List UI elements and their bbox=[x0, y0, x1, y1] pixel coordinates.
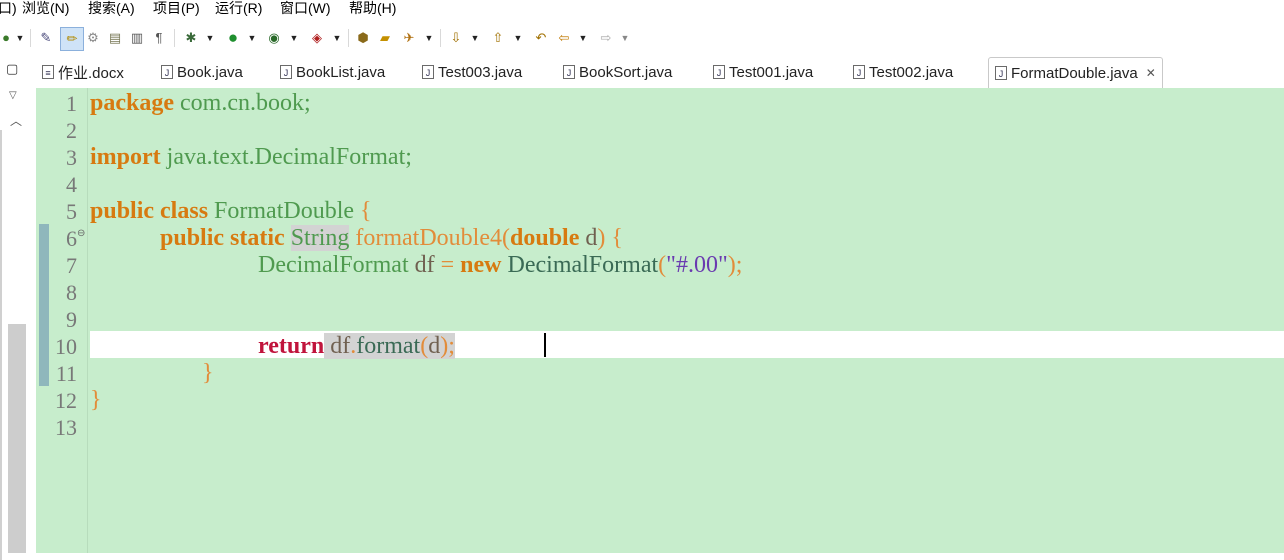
line-number: 4 bbox=[66, 172, 77, 197]
external-tools-dropdown-icon[interactable]: ▼ bbox=[332, 29, 342, 47]
editor-tab-bar: ≡ 作业.docx J Book.java J BookList.java J … bbox=[36, 57, 1284, 89]
coverage-icon[interactable]: ◉ bbox=[265, 29, 283, 47]
toolbar: ● ▼ ✎ ✏ ⚙ ▤ ▥ ¶ ✱ ▼ ● ▼ ◉ ▼ ◈ ▼ ⬢ ▰ ✈ ▼ … bbox=[0, 19, 1284, 57]
menu-project[interactable]: 项目(P) bbox=[153, 0, 200, 19]
line-number: 6 bbox=[66, 226, 77, 251]
java-file-icon: J bbox=[853, 65, 865, 79]
coverage-dropdown-icon[interactable]: ▼ bbox=[289, 29, 299, 47]
tab-label: BookSort.java bbox=[579, 63, 673, 81]
menu-help[interactable]: 帮助(H) bbox=[349, 0, 396, 19]
java-file-icon: J bbox=[422, 65, 434, 79]
forward-dropdown-icon[interactable]: ▼ bbox=[620, 29, 630, 47]
java-file-icon: J bbox=[161, 65, 173, 79]
mark-occurrences-icon[interactable]: ✏ bbox=[60, 27, 84, 51]
code-editor[interactable]: ⊖ 1 2 3 4 5 6 7 8 9 10 11 12 13 package … bbox=[36, 88, 1284, 553]
line-number: 1 bbox=[66, 91, 77, 116]
line-number: 11 bbox=[55, 361, 77, 386]
debug-dropdown-icon[interactable]: ▼ bbox=[205, 29, 215, 47]
tab-test002-java[interactable]: J Test002.java bbox=[853, 57, 953, 87]
side-scrollbar[interactable] bbox=[8, 177, 26, 553]
menu-bar: 口) 浏览(N) 搜索(A) 项目(P) 运行(R) 窗口(W) 帮助(H) bbox=[0, 0, 1284, 19]
run-dropdown-icon[interactable]: ▼ bbox=[247, 29, 257, 47]
line-number: 8 bbox=[66, 280, 77, 305]
last-edit-icon[interactable]: ↶ bbox=[532, 29, 550, 47]
toggle-breadcrumb-icon[interactable]: ▥ bbox=[130, 29, 144, 47]
code-line-1: package com.cn.book; bbox=[90, 90, 311, 116]
line-number: 7 bbox=[66, 253, 77, 278]
tab-test003-java[interactable]: J Test003.java bbox=[422, 57, 522, 87]
line-number: 5 bbox=[66, 199, 77, 224]
menu-run[interactable]: 运行(R) bbox=[215, 0, 262, 19]
tab-book-java[interactable]: J Book.java bbox=[161, 57, 243, 87]
tab-作业-docx[interactable]: ≡ 作业.docx bbox=[42, 57, 124, 87]
text-caret bbox=[544, 333, 546, 357]
new-icon[interactable]: ● bbox=[0, 29, 12, 47]
java-file-icon: J bbox=[563, 65, 575, 79]
chevron-down-icon[interactable]: ▼ bbox=[15, 29, 25, 47]
line-number: 12 bbox=[55, 388, 77, 413]
annotation-ruler bbox=[36, 88, 50, 553]
java-file-icon: J bbox=[995, 66, 1007, 80]
prev-annotation-dropdown-icon[interactable]: ▼ bbox=[513, 29, 523, 47]
tab-booksort-java[interactable]: J BookSort.java bbox=[563, 57, 672, 87]
task-dropdown-icon[interactable]: ▼ bbox=[424, 29, 434, 47]
line-number: 2 bbox=[66, 118, 77, 143]
menu-navigate[interactable]: 浏览(N) bbox=[22, 0, 69, 19]
show-whitespace-icon[interactable]: ▤ bbox=[108, 29, 122, 47]
forward-icon[interactable]: ⇨ bbox=[598, 29, 614, 47]
close-tab-icon[interactable]: ✕ bbox=[1146, 66, 1156, 80]
menu-search[interactable]: 搜索(A) bbox=[88, 0, 135, 19]
menu-window-partial[interactable]: 口) bbox=[0, 0, 17, 19]
block-select-icon[interactable]: ⚙ bbox=[86, 29, 100, 47]
next-annotation-icon[interactable]: ⇩ bbox=[448, 29, 464, 47]
code-line-5: public class FormatDouble { bbox=[90, 198, 372, 224]
line-number: 13 bbox=[55, 415, 77, 440]
menu-window[interactable]: 窗口(W) bbox=[280, 0, 331, 19]
tab-label: Test001.java bbox=[729, 63, 814, 81]
collapsed-side-panel: ▢ ▽ ︿ bbox=[0, 57, 36, 560]
tab-label: Test002.java bbox=[869, 63, 954, 81]
java-file-icon: J bbox=[280, 65, 292, 79]
back-dropdown-icon[interactable]: ▼ bbox=[578, 29, 588, 47]
external-tools-icon[interactable]: ◈ bbox=[308, 29, 326, 47]
tab-label: Book.java bbox=[177, 63, 243, 81]
line-number: 3 bbox=[66, 145, 77, 170]
new-package-icon[interactable]: ⬢ bbox=[354, 29, 372, 47]
fold-collapse-icon[interactable]: ⊖ bbox=[77, 228, 85, 239]
tab-test001-java[interactable]: J Test001.java bbox=[713, 57, 813, 87]
code-line-3: import java.text.DecimalFormat; bbox=[90, 144, 412, 170]
tab-formatdouble-java[interactable]: J FormatDouble.java ✕ bbox=[988, 57, 1163, 88]
tab-label: FormatDouble.java bbox=[1011, 64, 1138, 82]
paragraph-icon[interactable]: ¶ bbox=[152, 29, 166, 47]
tab-label: 作业.docx bbox=[58, 64, 124, 82]
code-line-6: public static String formatDouble4(doubl… bbox=[160, 225, 623, 251]
open-task-icon[interactable]: ✈ bbox=[400, 29, 418, 47]
code-line-11: } bbox=[202, 360, 214, 386]
side-scroll-thumb[interactable] bbox=[8, 324, 26, 553]
view-menu-icon[interactable]: ▽ bbox=[9, 90, 17, 101]
scroll-up-icon[interactable]: ︿ bbox=[10, 112, 22, 129]
prev-annotation-icon[interactable]: ⇧ bbox=[490, 29, 506, 47]
back-icon[interactable]: ⇦ bbox=[556, 29, 572, 47]
pin-icon[interactable]: ✎ bbox=[38, 29, 54, 47]
tab-booklist-java[interactable]: J BookList.java bbox=[280, 57, 385, 87]
line-number: 9 bbox=[66, 307, 77, 332]
java-file-icon: J bbox=[713, 65, 725, 79]
restore-icon[interactable]: ▢ bbox=[6, 61, 18, 77]
debug-icon[interactable]: ✱ bbox=[182, 29, 200, 47]
tab-label: BookList.java bbox=[296, 63, 386, 81]
code-line-10: return df.format(d); bbox=[258, 333, 455, 359]
next-annotation-dropdown-icon[interactable]: ▼ bbox=[470, 29, 480, 47]
document-icon: ≡ bbox=[42, 65, 54, 79]
tab-label: Test003.java bbox=[438, 63, 523, 81]
open-folder-icon[interactable]: ▰ bbox=[376, 29, 394, 47]
run-icon[interactable]: ● bbox=[224, 29, 242, 47]
line-number: 10 bbox=[55, 334, 77, 359]
code-line-12: } bbox=[90, 387, 102, 413]
code-line-7: DecimalFormat df = new DecimalFormat("#.… bbox=[258, 252, 743, 278]
code-area[interactable]: package com.cn.book; import java.text.De… bbox=[90, 88, 1284, 553]
quick-diff-bar bbox=[39, 224, 49, 386]
